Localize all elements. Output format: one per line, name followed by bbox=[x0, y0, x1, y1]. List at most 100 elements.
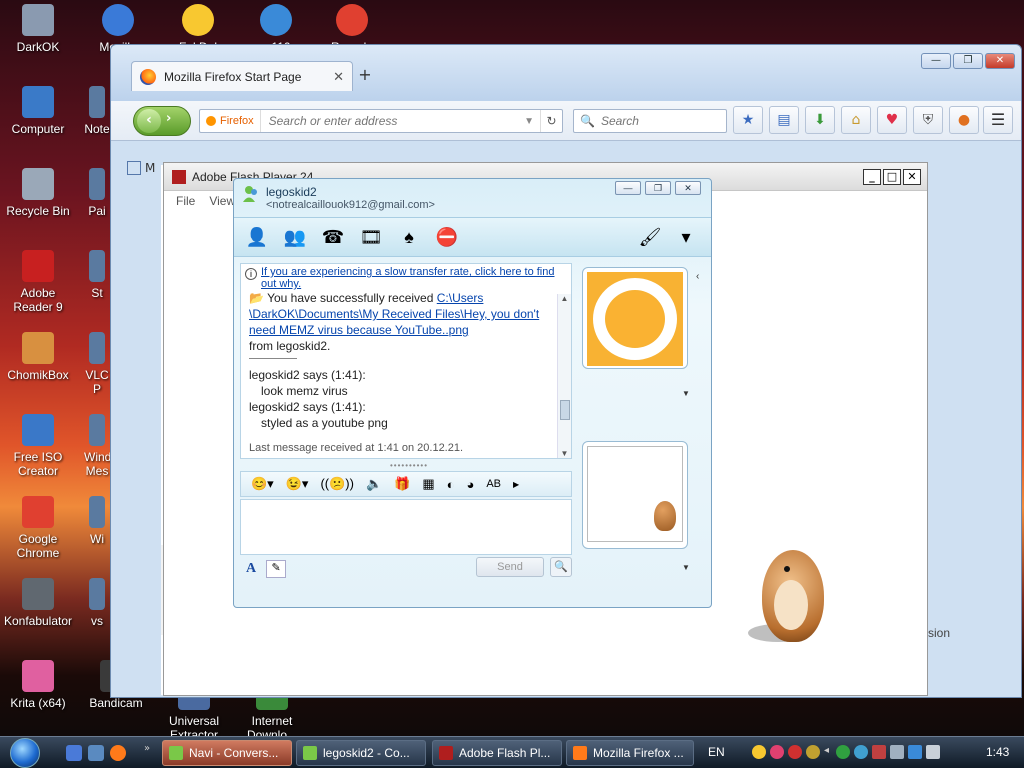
downloads-icon[interactable]: ⬇ bbox=[805, 106, 835, 134]
tab-close-icon[interactable]: ✕ bbox=[333, 69, 344, 85]
menu-view[interactable]: View bbox=[209, 194, 235, 208]
show-desktop-icon[interactable] bbox=[66, 745, 82, 761]
gift-icon[interactable]: 🎁 bbox=[394, 476, 410, 492]
apps-icon[interactable]: ◕ bbox=[466, 477, 474, 492]
history-dropdown-icon[interactable]: ▼ bbox=[524, 116, 540, 127]
messenger-minimize-button[interactable]: — bbox=[615, 181, 641, 195]
flash-maximize-button[interactable]: □ bbox=[883, 169, 901, 185]
background-icon[interactable]: ▦ bbox=[422, 476, 434, 492]
desktop-icon[interactable]: Krita (x64) bbox=[0, 660, 76, 710]
network-tray-icon[interactable] bbox=[836, 745, 850, 759]
ink-icon[interactable]: ◐ bbox=[447, 477, 455, 492]
font-icon[interactable]: A bbox=[246, 561, 256, 577]
taskbar-item[interactable]: Adobe Flash Pl... bbox=[432, 740, 562, 766]
slow-transfer-link[interactable]: If you are experiencing a slow transfer … bbox=[261, 266, 565, 292]
monitor-tray-icon[interactable] bbox=[908, 745, 922, 759]
scroll-thumb[interactable] bbox=[560, 400, 570, 420]
taskbar-item[interactable]: legoskid2 - Co... bbox=[296, 740, 426, 766]
share-files-icon[interactable]: 👥 bbox=[282, 225, 308, 249]
desktop-icon-partial[interactable]: Pai bbox=[84, 168, 110, 218]
extension-icon[interactable]: ● bbox=[949, 106, 979, 134]
display-tray-icon[interactable] bbox=[890, 745, 904, 759]
games-icon[interactable]: ♠ bbox=[396, 225, 422, 249]
search-bar[interactable]: 🔍 bbox=[573, 109, 727, 133]
app-tray-icon[interactable] bbox=[770, 745, 784, 759]
messenger-close-button[interactable]: ✕ bbox=[675, 181, 701, 195]
firefox-quicklaunch-icon[interactable] bbox=[110, 745, 126, 761]
conversation-scrollbar[interactable]: ▲ ▼ bbox=[557, 294, 571, 458]
reload-icon[interactable]: ↻ bbox=[540, 110, 562, 132]
desktop-icon[interactable]: Computer bbox=[0, 86, 76, 136]
emoticon-icon[interactable]: 😊▾ bbox=[251, 476, 274, 492]
bookmark-item[interactable]: M bbox=[127, 161, 155, 175]
messenger-window[interactable]: legoskid2 <notrealcaillouok912@gmail.com… bbox=[233, 178, 712, 608]
desktop-icon[interactable]: ChomikBox bbox=[0, 332, 76, 382]
hamster-character[interactable] bbox=[748, 540, 830, 648]
back-icon[interactable]: ‹ bbox=[137, 109, 161, 133]
desktop-icon[interactable]: Konfabulator bbox=[0, 578, 76, 628]
bookmarks-list-icon[interactable]: ▤ bbox=[769, 106, 799, 134]
ublock-icon[interactable]: ⛨ bbox=[913, 106, 943, 134]
clock[interactable]: 1:43 bbox=[986, 745, 1009, 759]
translate-icon[interactable]: AB bbox=[486, 478, 501, 490]
block-contact-icon[interactable]: ⛔ bbox=[434, 225, 460, 249]
taskbar-item[interactable]: Navi - Convers... bbox=[162, 740, 292, 766]
send-button[interactable]: Send bbox=[476, 557, 544, 577]
url-input[interactable] bbox=[260, 114, 491, 128]
handwriting-icon[interactable]: ✎ bbox=[266, 560, 287, 578]
menu-icon[interactable]: ☰ bbox=[983, 106, 1013, 134]
desktop-icon[interactable]: DarkOK bbox=[0, 4, 76, 54]
volume-icon[interactable] bbox=[926, 745, 940, 759]
message-input[interactable] bbox=[240, 499, 572, 555]
messenger-maximize-button[interactable]: ❐ bbox=[645, 181, 671, 195]
paint-brush-icon[interactable]: 🖌 bbox=[637, 225, 663, 249]
tab-mozilla-start-page[interactable]: Mozilla Firefox Start Page ✕ bbox=[131, 61, 353, 91]
address-bar[interactable]: Firefox ▼ ↻ bbox=[199, 109, 563, 133]
desktop-icon-partial[interactable]: Wi bbox=[84, 496, 110, 546]
call-icon[interactable]: ☎ bbox=[320, 225, 346, 249]
desktop-icon[interactable]: Google Chrome bbox=[0, 496, 76, 560]
desktop-icon[interactable]: Free ISO Creator bbox=[0, 414, 76, 478]
search-icon[interactable]: 🔍 bbox=[550, 557, 572, 577]
desktop-icon-partial[interactable]: Wind Mes bbox=[84, 414, 111, 478]
desktop-icon[interactable]: Adobe Reader 9 bbox=[0, 250, 76, 314]
flash-close-button[interactable]: ✕ bbox=[903, 169, 921, 185]
own-picture-dropdown-icon[interactable]: ▼ bbox=[682, 563, 690, 572]
desktop-icon-partial[interactable]: vs bbox=[84, 578, 110, 628]
contact-picture-dropdown-icon[interactable]: ▼ bbox=[682, 389, 690, 398]
close-button[interactable]: ✕ bbox=[985, 53, 1015, 69]
more-options-icon[interactable]: ▶ bbox=[513, 480, 519, 489]
menu-options-icon[interactable]: ▾ bbox=[673, 225, 699, 249]
switch-windows-icon[interactable] bbox=[88, 745, 104, 761]
alert-tray-icon[interactable] bbox=[788, 745, 802, 759]
wink-icon[interactable]: 😉▾ bbox=[286, 476, 309, 492]
desktop-icon-partial[interactable]: St bbox=[84, 250, 110, 300]
bandicam-tray-icon[interactable] bbox=[806, 745, 820, 759]
start-button[interactable] bbox=[10, 738, 40, 768]
desktop-icon-partial[interactable]: VLC P bbox=[84, 332, 110, 396]
messenger-tray-icon[interactable] bbox=[854, 745, 868, 759]
taskbar-item[interactable]: Mozilla Firefox ... bbox=[566, 740, 694, 766]
back-forward-buttons[interactable]: ‹ › bbox=[133, 106, 191, 136]
stop-tray-icon[interactable] bbox=[872, 745, 886, 759]
pocket-icon[interactable]: ♥ bbox=[877, 106, 907, 134]
resize-grip[interactable]: •••••••••• bbox=[390, 461, 428, 470]
scroll-down-icon[interactable]: ▼ bbox=[558, 449, 571, 458]
home-icon[interactable]: ⌂ bbox=[841, 106, 871, 134]
emoticon-tray-icon[interactable] bbox=[752, 745, 766, 759]
minimize-button[interactable]: — bbox=[921, 53, 951, 69]
identity-box[interactable]: Firefox bbox=[200, 110, 261, 132]
scroll-up-icon[interactable]: ▲ bbox=[558, 294, 571, 303]
desktop-icon[interactable]: Recycle Bin bbox=[0, 168, 76, 218]
menu-file[interactable]: File bbox=[176, 194, 195, 208]
flash-minimize-button[interactable]: _ bbox=[863, 169, 881, 185]
bookmark-star-icon[interactable]: ★ bbox=[733, 106, 763, 134]
quicklaunch-more-icon[interactable]: » bbox=[144, 743, 150, 754]
maximize-button[interactable]: ❐ bbox=[953, 53, 983, 69]
forward-icon[interactable]: › bbox=[166, 111, 171, 126]
collapse-icon[interactable]: ‹ bbox=[696, 271, 710, 293]
invite-contact-icon[interactable]: 👤 bbox=[244, 225, 270, 249]
nudge-icon[interactable]: ((😕)) bbox=[320, 476, 354, 492]
video-icon[interactable]: 🎞 bbox=[358, 225, 384, 249]
desktop-icon-partial[interactable]: Note bbox=[84, 86, 110, 136]
